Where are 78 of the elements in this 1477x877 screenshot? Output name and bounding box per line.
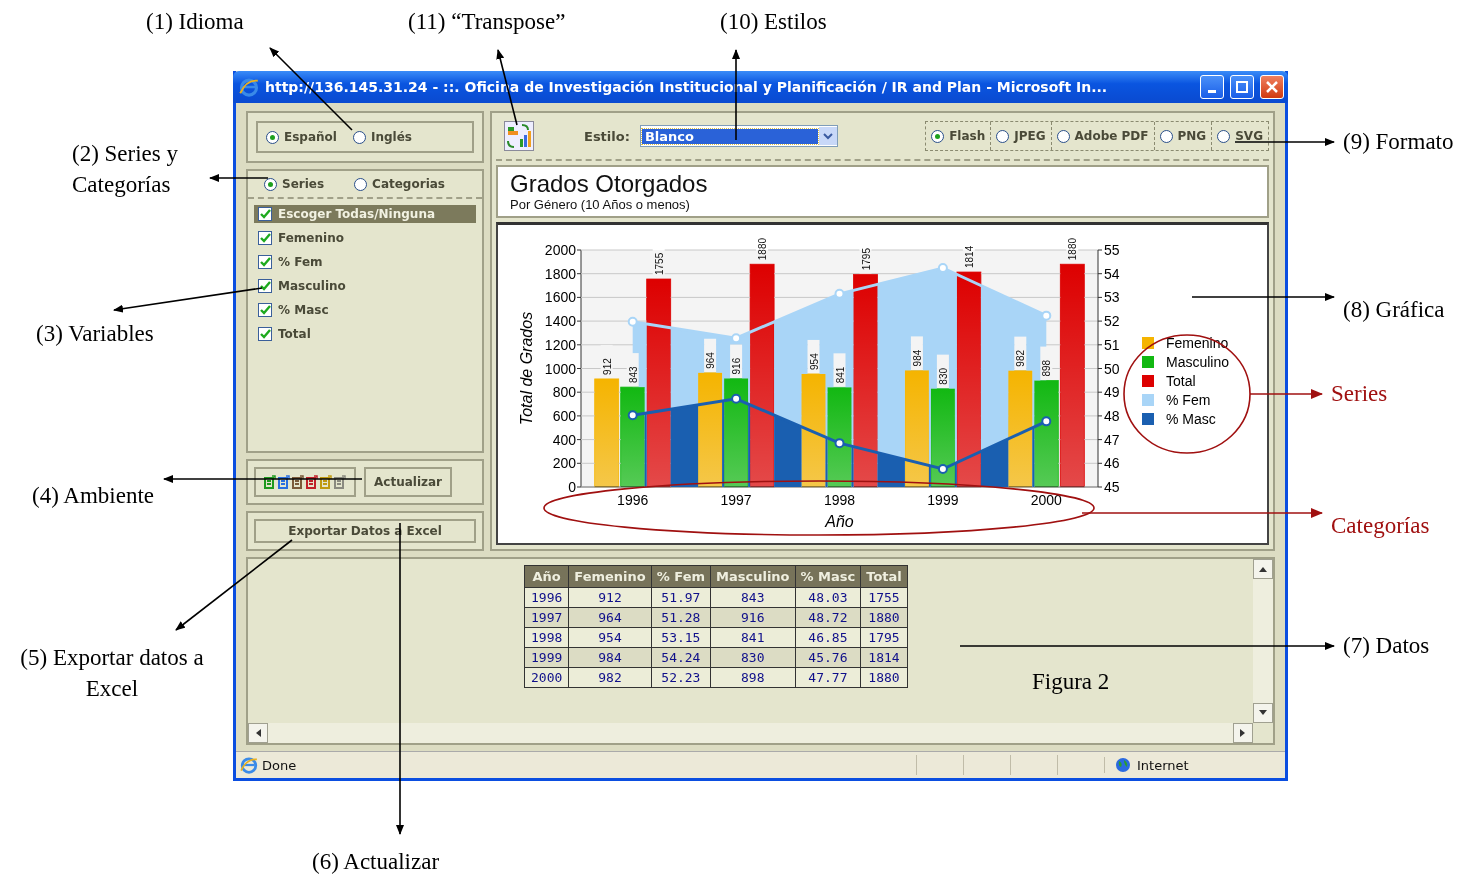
tick-label: 53 (1104, 289, 1120, 306)
column-header: Total (860, 565, 908, 588)
category-label: 1998 (823, 492, 856, 508)
annotation-label: (5) Exportar datos a Excel (19, 644, 205, 703)
data-label: 1814 (963, 245, 975, 269)
tick-label: 600 (552, 407, 576, 424)
category-label: 2000 (1030, 492, 1062, 508)
tick-label: 1600 (544, 289, 576, 306)
table-cell: 1996 (524, 587, 569, 608)
chart-title: Grados Otorgados (510, 171, 709, 197)
tick-label: 55 (1104, 242, 1120, 258)
tick-label: 47 (1104, 431, 1120, 448)
tick-label: 400 (552, 431, 576, 448)
annotation-label: (8) Gráfica (1343, 296, 1445, 324)
legend-label: % Fem (1166, 392, 1211, 408)
tick-label: 54 (1104, 265, 1120, 282)
column-header: Masculino (710, 565, 796, 588)
data-label: 1880 (1067, 237, 1079, 261)
tick-label: 49 (1104, 384, 1120, 401)
column-header: % Fem (651, 565, 711, 588)
data-label: 843 (627, 366, 639, 384)
tick-label: 1400 (544, 313, 576, 330)
zone-text: Internet (1137, 757, 1189, 773)
tick-label: 200 (552, 455, 576, 472)
data-label: 912 (601, 358, 613, 375)
tick-label: 52 (1104, 313, 1120, 330)
data-label: 916 (731, 357, 743, 375)
data-label: 984 (911, 349, 923, 367)
tick-label: 1000 (544, 360, 576, 377)
annotation-label: Categorías (1331, 512, 1430, 540)
legend-label: Total (1166, 373, 1196, 389)
legend-label: % Masc (1166, 411, 1216, 427)
data-label: 1880 (757, 237, 769, 261)
axis-title: Año (825, 513, 854, 530)
tick-label: 48 (1104, 407, 1120, 424)
data-label: 841 (834, 366, 846, 384)
data-label: 964 (705, 352, 717, 369)
table-cell: 1997 (524, 607, 569, 628)
tick-label: 1800 (544, 265, 576, 282)
category-label: 1999 (927, 492, 959, 508)
tick-label: 1200 (544, 336, 576, 353)
data-label: 830 (937, 367, 949, 385)
tick-label: 800 (552, 384, 576, 401)
tick-label: 45 (1104, 479, 1120, 495)
tick-label: 50 (1104, 360, 1120, 377)
table-cell: 1998 (524, 627, 569, 648)
chart-subtitle: Por Género (10 Años o menos) (510, 197, 691, 212)
annotation-label: (1) Idioma (146, 8, 244, 36)
annotation-label: Series (1331, 380, 1388, 408)
annotation-label: (9) Formato (1343, 128, 1454, 156)
column-header: Femenino (568, 565, 652, 588)
tick-label: 2000 (544, 242, 576, 258)
annotation-label: (10) Estilos (720, 8, 827, 36)
annotation-label: (4) Ambiente (32, 482, 154, 510)
annotation-label: (2) Series y Categorías (72, 140, 180, 199)
annotation-label: (7) Datos (1343, 632, 1430, 660)
category-label: 1997 (720, 492, 752, 508)
category-label: 1996 (617, 492, 649, 508)
data-label: 954 (808, 353, 820, 370)
table-cell: 1999 (524, 647, 569, 668)
column-header: Año (524, 565, 569, 588)
data-label: 1755 (653, 252, 665, 276)
annotation-label: (3) Variables (36, 320, 154, 348)
legend-label: Masculino (1166, 354, 1230, 370)
status-text: Done (262, 757, 297, 773)
style-label: Estilo: (584, 128, 630, 144)
axis-title: Total de Grados (518, 311, 535, 426)
table-cell: 2000 (524, 667, 569, 688)
annotation-label: (11) “Transpose” (408, 8, 566, 36)
data-label: 898 (1041, 359, 1053, 377)
tick-label: 46 (1104, 455, 1120, 472)
data-label: 982 (1015, 349, 1027, 367)
data-label: 1795 (860, 248, 872, 271)
tick-label: 0 (568, 479, 576, 495)
tick-label: 51 (1104, 336, 1120, 353)
annotation-label: Figura 2 (1032, 668, 1110, 696)
annotation-label: (6) Actualizar (312, 848, 440, 876)
column-header: % Masc (795, 565, 861, 588)
